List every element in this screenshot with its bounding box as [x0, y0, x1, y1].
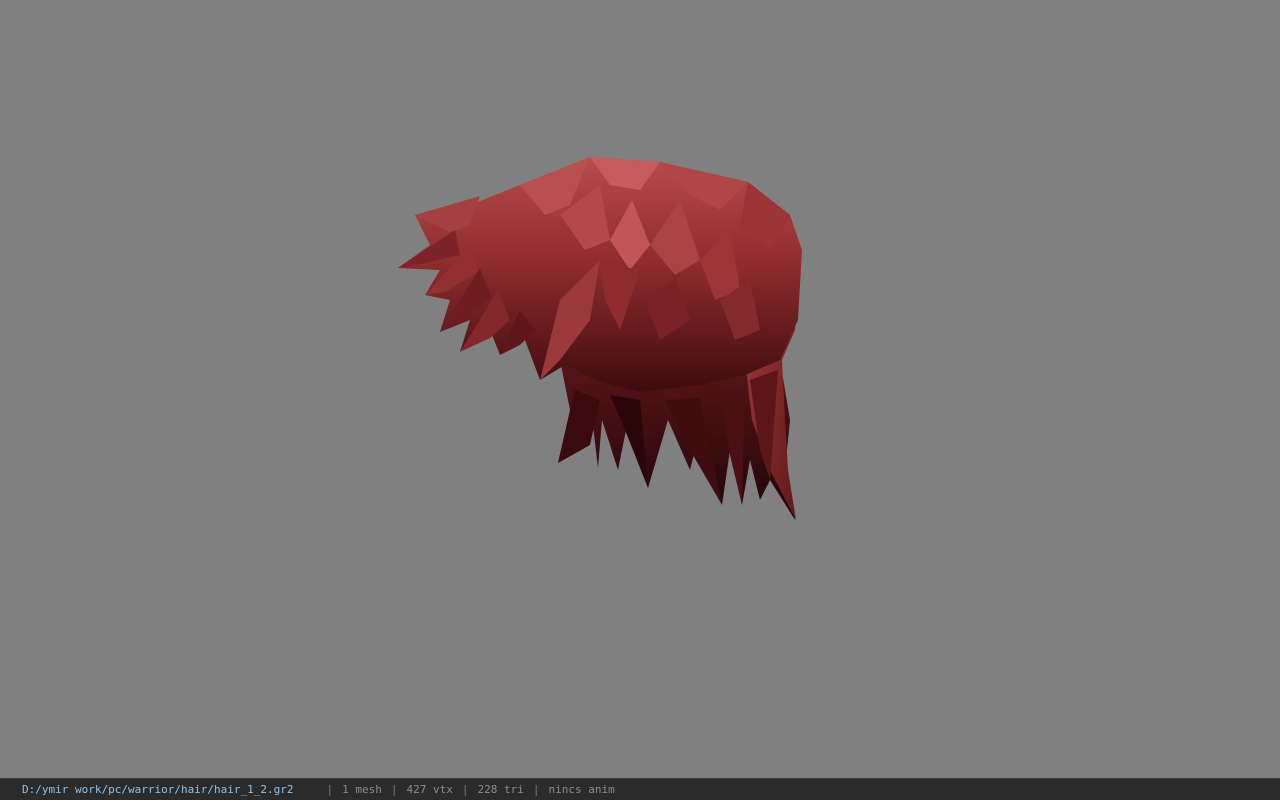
status-separator: | [326, 783, 334, 796]
status-separator: | [390, 783, 398, 796]
vertex-count-label: 427 vtx [406, 783, 453, 796]
triangle-count-label: 228 tri [477, 783, 524, 796]
status-separator: | [461, 783, 469, 796]
animation-status-label: nincs anim [548, 783, 615, 796]
3d-viewport[interactable] [0, 0, 1280, 778]
status-bar: D:/ymir work/pc/warrior/hair/hair_1_2.gr… [0, 778, 1280, 800]
status-separator: | [532, 783, 540, 796]
model-viewer-app: D:/ymir work/pc/warrior/hair/hair_1_2.gr… [0, 0, 1280, 800]
hair-model-render [398, 157, 802, 520]
mesh-count-label: 1 mesh [342, 783, 382, 796]
file-path-label: D:/ymir work/pc/warrior/hair/hair_1_2.gr… [22, 783, 294, 796]
